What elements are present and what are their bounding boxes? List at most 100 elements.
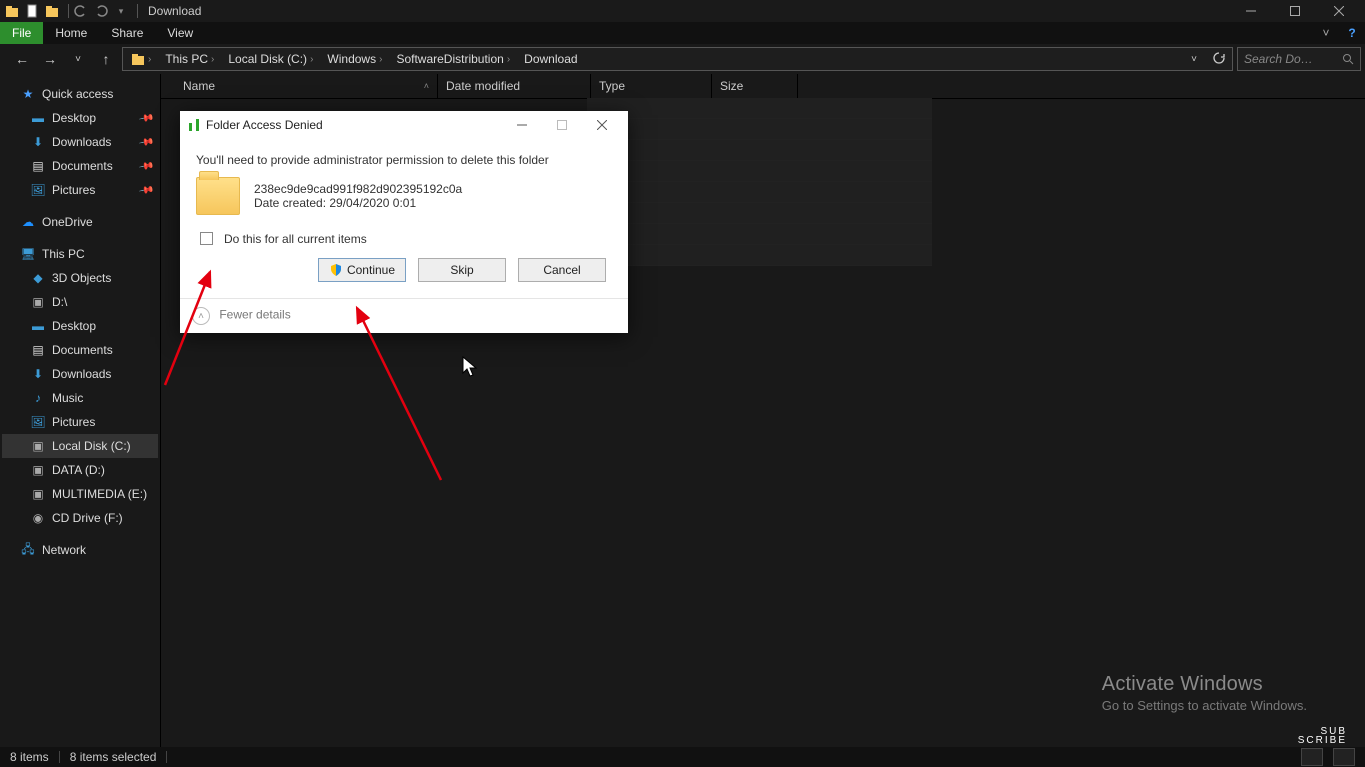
sidebar-item-desktop[interactable]: ▬Desktop: [2, 314, 158, 338]
breadcrumb-segment[interactable]: Windows›: [321, 49, 388, 69]
title-bar: ▾ Download: [0, 0, 1365, 22]
dialog-icon: [186, 117, 202, 133]
undo-icon[interactable]: [73, 3, 89, 19]
subscribe-watermark: SUB SCRIBE: [1298, 727, 1347, 745]
sidebar-item-documents[interactable]: ▤ Documents📌: [2, 154, 158, 178]
sidebar-item-data-d[interactable]: ▣DATA (D:): [2, 458, 158, 482]
folder-icon: [44, 3, 60, 19]
drive-icon: ▣: [30, 294, 46, 310]
network-icon: 🖧: [20, 542, 36, 558]
fewer-details-link[interactable]: ˄ Fewer details: [180, 298, 628, 333]
chevron-up-icon: ˄: [192, 307, 210, 325]
redo-icon[interactable]: [93, 3, 109, 19]
column-date-modified[interactable]: Date modified: [438, 74, 591, 98]
document-icon: ▤: [30, 158, 46, 174]
minimize-button[interactable]: [1229, 0, 1273, 22]
breadcrumb-segment[interactable]: Download: [518, 49, 583, 69]
sidebar-item-drive-d[interactable]: ▣D:\: [2, 290, 158, 314]
refresh-button[interactable]: [1208, 51, 1230, 68]
dialog-date-line: Date created: 29/04/2020 0:01: [254, 196, 462, 210]
cancel-button[interactable]: Cancel: [518, 258, 606, 282]
pin-icon: 📌: [138, 110, 155, 126]
sidebar-item-local-disk-c[interactable]: ▣Local Disk (C:): [2, 434, 158, 458]
download-icon: ⬇: [30, 366, 46, 382]
column-name[interactable]: Name˄: [175, 74, 438, 98]
continue-button[interactable]: Continue: [318, 258, 406, 282]
skip-button[interactable]: Skip: [418, 258, 506, 282]
pictures-icon: 🖼: [30, 182, 46, 198]
pin-icon: 📌: [138, 134, 155, 150]
pin-icon: 📌: [138, 158, 155, 174]
navigation-sidebar: ★ Quick access ▬ Desktop📌 ⬇ Downloads📌 ▤…: [0, 74, 161, 747]
sidebar-item-cd-drive-f[interactable]: ◉CD Drive (F:): [2, 506, 158, 530]
column-size[interactable]: Size: [712, 74, 798, 98]
dialog-maximize-button[interactable]: [542, 111, 582, 139]
sidebar-item-multimedia-e[interactable]: ▣MULTIMEDIA (E:): [2, 482, 158, 506]
sidebar-item-3d-objects[interactable]: ◆3D Objects: [2, 266, 158, 290]
desktop-icon: ▬: [30, 110, 46, 126]
sidebar-item-documents[interactable]: ▤Documents: [2, 338, 158, 362]
recent-locations-icon[interactable]: ˅: [66, 47, 90, 71]
sidebar-item-downloads[interactable]: ⬇ Downloads📌: [2, 130, 158, 154]
document-icon: [24, 3, 40, 19]
sidebar-item-downloads[interactable]: ⬇Downloads: [2, 362, 158, 386]
cloud-icon: ☁: [20, 214, 36, 230]
3d-icon: ◆: [30, 270, 46, 286]
addressbar-history-icon[interactable]: ˅: [1182, 47, 1206, 71]
breadcrumb-segment[interactable]: This PC›: [159, 49, 220, 69]
dialog-close-button[interactable]: [582, 111, 622, 139]
sidebar-group-quick-access[interactable]: ★ Quick access: [2, 82, 158, 106]
sort-asc-icon: ˄: [424, 81, 429, 91]
folder-root-icon[interactable]: ›: [125, 49, 157, 69]
sidebar-item-desktop[interactable]: ▬ Desktop📌: [2, 106, 158, 130]
dialog-minimize-button[interactable]: [502, 111, 542, 139]
desktop-icon: ▬: [30, 318, 46, 334]
separator: [166, 751, 167, 763]
uac-shield-icon: [329, 263, 343, 277]
nav-back-button[interactable]: ←: [10, 47, 34, 71]
details-view-button[interactable]: [1301, 748, 1323, 766]
help-icon[interactable]: ?: [1339, 22, 1365, 44]
folder-access-denied-dialog: Folder Access Denied You'll need to prov…: [180, 111, 628, 333]
file-tab[interactable]: File: [0, 22, 43, 44]
maximize-button[interactable]: [1273, 0, 1317, 22]
separator: [59, 751, 60, 763]
home-tab[interactable]: Home: [43, 22, 99, 44]
folder-icon: [4, 3, 20, 19]
checkbox-label: Do this for all current items: [224, 232, 367, 246]
dialog-folder-name: 238ec9de9cad991f982d902395192c0a: [254, 182, 462, 196]
breadcrumb-segment[interactable]: SoftwareDistribution›: [390, 49, 516, 69]
star-icon: ★: [20, 86, 36, 102]
column-headers[interactable]: Name˄ Date modified Type Size: [161, 74, 1365, 99]
share-tab[interactable]: Share: [99, 22, 155, 44]
view-tab[interactable]: View: [155, 22, 205, 44]
thumbnails-view-button[interactable]: [1333, 748, 1355, 766]
qat-dropdown-icon[interactable]: ▾: [113, 3, 129, 19]
breadcrumb-segment[interactable]: Local Disk (C:)›: [222, 49, 319, 69]
ribbon-tabs: File Home Share View ˅ ?: [0, 22, 1365, 44]
separator: [68, 4, 69, 18]
sidebar-item-pictures[interactable]: 🖼Pictures: [2, 410, 158, 434]
address-bar[interactable]: › This PC› Local Disk (C:)› Windows› Sof…: [122, 47, 1233, 71]
nav-up-button[interactable]: ↑: [94, 47, 118, 71]
pc-icon: 🖥: [20, 246, 36, 262]
collapse-ribbon-icon[interactable]: ˅: [1313, 22, 1339, 44]
folder-icon: [196, 177, 240, 215]
address-row: ← → ˅ ↑ › This PC› Local Disk (C:)› Wind…: [0, 44, 1365, 75]
do-for-all-checkbox[interactable]: Do this for all current items: [196, 229, 612, 248]
dialog-message: You'll need to provide administrator per…: [196, 153, 612, 167]
sidebar-group-onedrive[interactable]: ☁ OneDrive: [2, 210, 158, 234]
close-button[interactable]: [1317, 0, 1361, 22]
nav-forward-button[interactable]: →: [38, 47, 62, 71]
document-icon: ▤: [30, 342, 46, 358]
search-input[interactable]: Search Do…: [1237, 47, 1361, 71]
sidebar-group-this-pc[interactable]: 🖥 This PC: [2, 242, 158, 266]
drive-icon: ▣: [30, 462, 46, 478]
column-type[interactable]: Type: [591, 74, 712, 98]
sidebar-group-network[interactable]: 🖧 Network: [2, 538, 158, 562]
checkbox-input[interactable]: [200, 232, 213, 245]
disc-icon: ◉: [30, 510, 46, 526]
separator: [137, 4, 138, 18]
sidebar-item-pictures[interactable]: 🖼 Pictures📌: [2, 178, 158, 202]
sidebar-item-music[interactable]: ♪Music: [2, 386, 158, 410]
